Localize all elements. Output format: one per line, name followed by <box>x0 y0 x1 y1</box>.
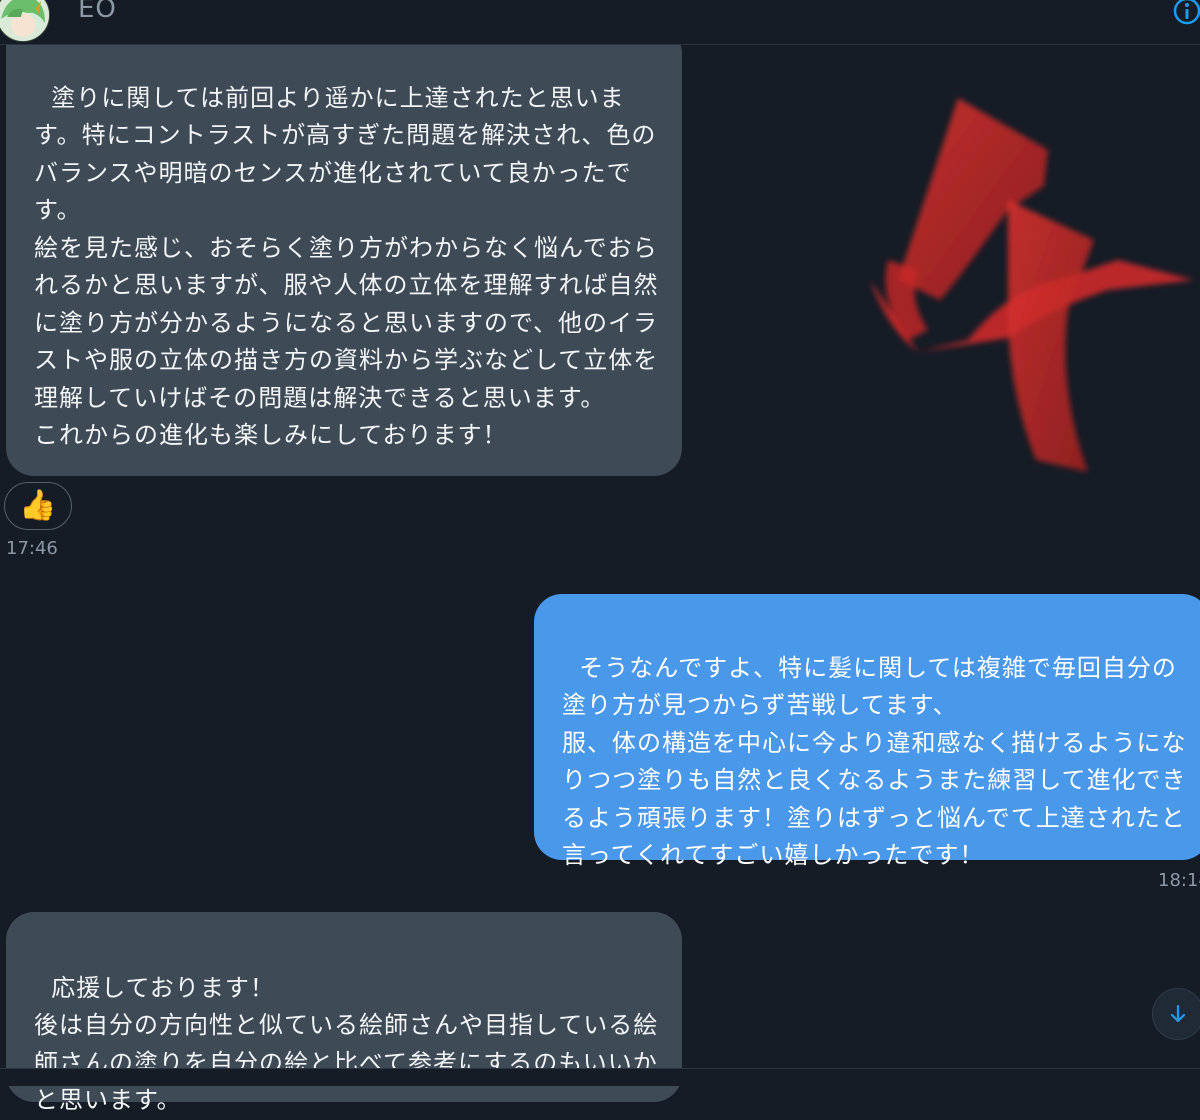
message-bubble-outgoing[interactable]: そうなんですよ、特に髪に関しては複雑で毎回自分の塗り方が見つからず苦戦してます、… <box>534 594 1200 869</box>
scroll-down-button[interactable] <box>1152 988 1200 1040</box>
red-ribbon-4-sticker-icon <box>858 90 1200 480</box>
message-bubble-incoming[interactable]: 塗りに関しては前回より遥かに上達されたと思います。特にコントラストが高すぎた問題… <box>6 34 682 476</box>
conversation-header: EO <box>0 0 1200 45</box>
message-text: 応援しております！ 後は自分の方向性と似ている絵師さんや目指している絵師さんの塗… <box>34 973 659 1115</box>
message-timestamp: 17:46 <box>6 538 58 559</box>
thumbs-up-icon: 👍 <box>19 488 57 523</box>
info-icon[interactable] <box>1172 0 1200 26</box>
message-text: 塗りに関しては前回より遥かに上達されたと思います。特にコントラストが高すぎた問題… <box>34 83 659 450</box>
avatar[interactable] <box>0 0 50 42</box>
conversation-title[interactable]: EO <box>78 0 117 24</box>
arrow-down-icon <box>1170 1004 1186 1023</box>
composer-bar <box>0 1068 1200 1086</box>
message-text: そうなんですよ、特に髪に関しては複雑で毎回自分の塗り方が見つからず苦戦してます、… <box>562 653 1187 870</box>
character-avatar-icon <box>0 0 49 41</box>
reaction-badge[interactable]: 👍 <box>4 482 72 530</box>
message-timestamp: 18:14 <box>1158 870 1200 891</box>
